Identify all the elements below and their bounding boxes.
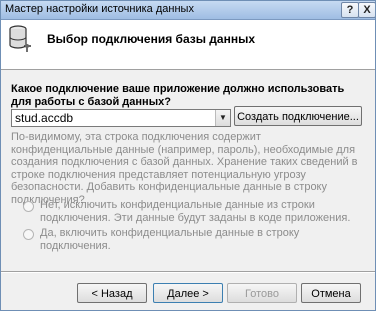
window-title: Мастер настройки источника данных <box>5 3 194 15</box>
radio-button[interactable] <box>23 229 34 240</box>
connection-select-value: stud.accdb <box>15 111 74 125</box>
new-connection-button[interactable]: Создать подключение... <box>234 106 362 126</box>
back-button[interactable]: < Назад <box>77 283 147 303</box>
help-button[interactable]: ? <box>341 2 359 18</box>
wizard-window: Мастер настройки источника данных ? X Вы… <box>0 0 376 311</box>
close-button[interactable]: X <box>358 2 375 18</box>
radio-button[interactable] <box>23 201 34 212</box>
database-icon <box>9 25 31 52</box>
cancel-button[interactable]: Отмена <box>301 283 361 303</box>
connection-select[interactable]: stud.accdb ▼ <box>11 109 231 127</box>
title-bar[interactable]: Мастер настройки источника данных ? X <box>1 1 375 20</box>
sensitive-data-info: По-видимому, эта строка подключения соде… <box>11 131 358 206</box>
chevron-down-icon[interactable]: ▼ <box>215 110 230 126</box>
radio-include-label: Да, включить конфиденциальные данные в с… <box>40 227 300 252</box>
footer-divider <box>1 271 375 273</box>
radio-exclude-label: Нет, исключить конфиденциальные данные и… <box>40 199 351 224</box>
page-title: Выбор подключения базы данных <box>47 32 256 46</box>
wizard-header: Выбор подключения базы данных <box>1 20 375 70</box>
next-button[interactable]: Далее > <box>153 283 223 303</box>
finish-button[interactable]: Готово <box>227 283 297 303</box>
